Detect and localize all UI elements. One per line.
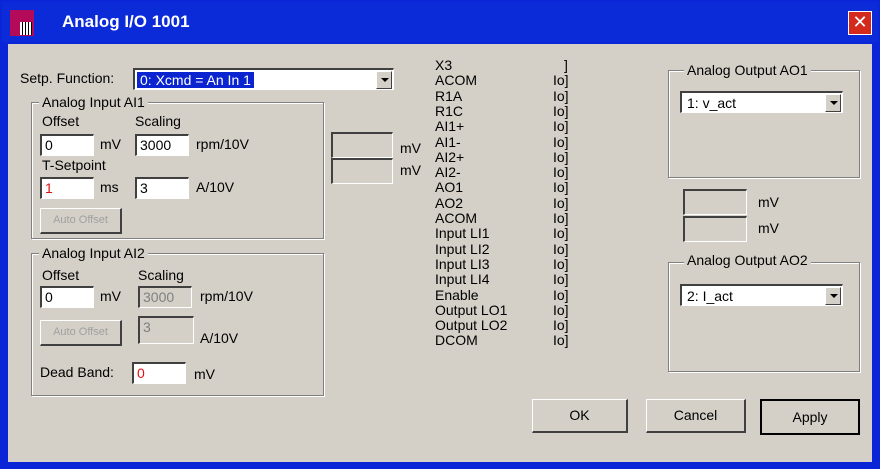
pin-marker: ] [564,57,568,73]
pin-label: AI2- [435,164,461,181]
ao1-voltage-readout [683,189,747,215]
ao1-select[interactable]: 1: v_act [680,91,843,113]
ai2-current-scaling-input[interactable]: 3 [138,316,194,344]
analog-output-ao1-group [668,70,860,178]
pin-marker: Io] [553,271,569,288]
ai1-scaling-label: Scaling [135,113,181,129]
pin-label: Input LI3 [435,255,490,272]
ai1-tsetpoint-label: T-Setpoint [42,157,106,173]
pin-label: DCOM [435,332,478,349]
pin-label: ACOM [435,72,477,89]
pin-marker: Io] [553,164,569,181]
ai1-scaling-input[interactable]: 3000 [135,134,189,156]
ai2-auto-offset-button[interactable]: Auto Offset [40,320,122,346]
pin-label: AI1- [435,133,461,150]
apply-button[interactable]: Apply [760,399,860,435]
pin-marker: Io] [553,332,569,349]
pin-marker: Io] [553,194,569,211]
app-icon [10,10,34,36]
ao2-voltage-unit: mV [758,220,779,236]
pin-label: Input LI4 [435,271,490,288]
dialog-client-area: Setp. Function: 0: Xcmd = An In 1 Analog… [8,44,872,462]
title-bar[interactable]: Analog I/O 1001 ✕ [2,2,878,42]
cancel-button[interactable]: Cancel [646,399,746,433]
ai1-scaling-unit: rpm/10V [196,136,249,152]
pin-label: R1C [435,102,464,119]
pin-marker: Io] [553,133,569,150]
ai1-auto-offset-button[interactable]: Auto Offset [40,208,122,234]
app-icon-bars [20,22,32,35]
pin-label: AO2 [435,194,464,211]
pin-label: Enable [435,286,479,303]
ao2-select[interactable]: 2: I_act [680,284,843,306]
pin-marker: Io] [553,225,569,242]
ai1-tsetpoint-input[interactable]: 1 [40,177,94,199]
ai1-group-title: Analog Input AI1 [39,94,148,110]
pin-marker: Io] [553,301,569,318]
ai1-offset-unit: mV [100,136,121,152]
dead-band-unit: mV [194,366,215,382]
setpoint-function-value: 0: Xcmd = An In 1 [137,72,254,88]
dialog-window: Analog I/O 1001 ✕ Setp. Function: 0: Xcm… [0,0,880,469]
pin-marker: Io] [553,255,569,272]
pin-marker: Io] [553,148,569,165]
ai2-scaling-input[interactable]: 3000 [138,286,192,308]
pin-label: X3 [435,57,453,73]
ai2-offset-input[interactable]: 0 [40,286,94,308]
pin-label: Output LO2 [435,317,508,334]
pin-label: ACOM [435,210,477,226]
ai2-scaling-label: Scaling [138,267,184,283]
ai2-voltage-unit: mV [400,162,421,178]
ao1-select-value: 1: v_act [687,95,737,111]
ai2-voltage-readout [331,158,393,184]
pin-label: AI1+ [435,118,465,135]
ai1-voltage-readout [331,132,393,158]
pin-marker: Io] [553,179,569,196]
ai2-offset-label: Offset [42,267,80,283]
pin-marker: Io] [553,87,569,104]
pin-marker: Io] [553,118,569,135]
pin-label: AI2+ [435,148,465,165]
ao2-group-title: Analog Output AO2 [684,252,811,268]
ao1-group-title: Analog Output AO1 [684,62,811,78]
ai2-scaling-unit: rpm/10V [200,288,253,304]
ai2-offset-unit: mV [100,288,121,304]
ao1-voltage-unit: mV [758,194,779,210]
pin-marker: Io] [553,102,569,119]
ai1-current-scaling-unit: A/10V [196,179,235,195]
pin-marker: Io] [553,240,569,257]
ai1-voltage-unit: mV [400,140,421,156]
ao2-select-value: 2: I_act [687,288,733,304]
chevron-down-icon[interactable] [825,287,841,305]
pin-label: R1A [435,87,463,104]
pin-marker: Io] [553,317,569,334]
ai2-current-scaling-unit: A/10V [200,330,239,346]
window-title: Analog I/O 1001 [62,12,190,31]
ai1-tsetpoint-unit: ms [100,179,119,195]
pin-label: Output LO1 [435,301,508,318]
pin-marker: Io] [553,286,569,303]
pin-marker: Io] [553,210,569,226]
chevron-down-icon[interactable] [376,71,392,89]
chevron-down-icon[interactable] [825,94,841,112]
close-icon: ✕ [852,12,868,32]
ai1-current-scaling-input[interactable]: 3 [135,177,189,199]
ao2-voltage-readout [683,216,747,242]
pin-label: Input LI2 [435,240,490,257]
setpoint-function-label: Setp. Function: [20,70,115,86]
dead-band-input[interactable]: 0 [132,362,186,384]
dead-band-label: Dead Band: [40,364,114,380]
close-button[interactable]: ✕ [848,11,872,35]
setpoint-function-select[interactable]: 0: Xcmd = An In 1 [133,68,394,90]
ok-button[interactable]: OK [532,399,628,433]
analog-output-ao2-group [668,262,860,372]
pin-label: Input LI1 [435,225,490,242]
ai1-offset-label: Offset [42,113,80,129]
pin-label: AO1 [435,179,464,196]
ai2-group-title: Analog Input AI2 [39,245,148,261]
ai1-offset-input[interactable]: 0 [40,134,94,156]
pin-marker: Io] [553,72,569,89]
